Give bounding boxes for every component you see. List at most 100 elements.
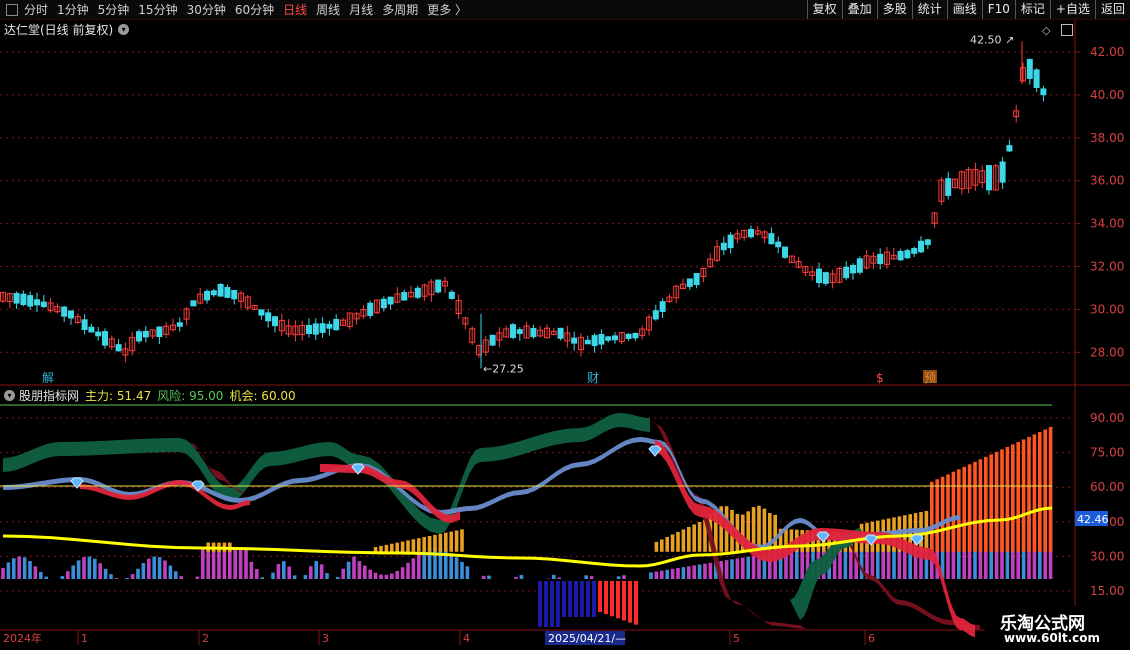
indicator-bar xyxy=(206,549,210,579)
orange-bar xyxy=(406,540,410,552)
indicator-bar xyxy=(287,566,291,579)
candle-body xyxy=(999,161,1006,183)
month-label: 5 xyxy=(733,632,740,645)
orange-bar xyxy=(676,531,680,552)
candle-body xyxy=(768,233,775,245)
indicator-bar xyxy=(417,553,421,579)
indicator-bar xyxy=(12,558,16,579)
orange-bar xyxy=(665,536,669,552)
indicator-bar xyxy=(368,569,372,579)
candle-body xyxy=(727,234,734,249)
indicator-bar xyxy=(314,561,318,579)
price-tick-label: 28.00 xyxy=(1090,345,1124,359)
indicator-bar xyxy=(741,557,745,579)
candle-body xyxy=(782,246,788,258)
candle-body xyxy=(625,333,632,339)
signal-bar xyxy=(628,581,632,623)
signal-bar xyxy=(586,581,590,617)
candle-body xyxy=(88,326,95,333)
orange-bar xyxy=(433,534,437,552)
orange-bar xyxy=(670,534,675,552)
indicator-bar xyxy=(724,560,729,579)
red-band xyxy=(320,464,460,523)
candle-body xyxy=(843,266,850,279)
indicator-bar xyxy=(352,556,356,579)
indicator-tick-label: 60.00 xyxy=(1090,480,1124,494)
signal-bar xyxy=(556,581,560,627)
candle-body xyxy=(816,268,822,284)
candle-body xyxy=(856,258,863,273)
indicator-bar xyxy=(228,549,232,579)
indicator-tick-label: 30.00 xyxy=(1090,549,1124,563)
indicator-bar xyxy=(249,561,254,579)
indicator-bar xyxy=(373,572,378,579)
indicator-bar xyxy=(670,568,675,579)
candle-body xyxy=(272,316,278,327)
signal-bar xyxy=(562,581,566,617)
indicator-bar xyxy=(460,561,464,579)
candle-body xyxy=(380,298,387,309)
indicator-bar xyxy=(325,573,329,579)
indicator-bar xyxy=(703,563,707,579)
indicator-bar xyxy=(751,555,756,579)
indicator-bar xyxy=(260,577,264,579)
indicator-bar xyxy=(157,557,162,579)
candle-body xyxy=(20,293,27,306)
indicator-bar xyxy=(22,557,27,579)
candle-body xyxy=(693,273,700,286)
candle-body xyxy=(68,310,74,319)
candle-body xyxy=(231,289,238,300)
signal-bar xyxy=(538,581,542,627)
candle-body xyxy=(924,239,931,246)
candle-body xyxy=(1033,69,1040,88)
indicator-bar xyxy=(346,561,351,579)
orange-bar xyxy=(681,529,686,552)
candle-body xyxy=(435,279,442,293)
price-tick-label: 42.00 xyxy=(1090,45,1124,59)
indicator-bar xyxy=(33,566,38,579)
candle-body xyxy=(204,290,210,301)
indicator-bar xyxy=(487,575,491,579)
candle-body xyxy=(217,283,224,297)
indicator-bar xyxy=(1,567,5,579)
indicator-bar xyxy=(17,556,21,579)
indicator-bar xyxy=(584,575,588,579)
signal-bar xyxy=(580,581,584,617)
candle-body xyxy=(265,312,272,322)
indicator-bar xyxy=(130,574,135,579)
indicator-bar xyxy=(152,556,156,579)
candle-body xyxy=(81,319,88,330)
candle-body xyxy=(986,165,992,191)
signal-bar xyxy=(550,581,554,627)
indicator-bar xyxy=(379,574,383,579)
indicator-bar xyxy=(795,548,799,579)
orange-bar xyxy=(935,479,939,552)
candle-body xyxy=(312,323,319,335)
candle-body xyxy=(448,291,455,299)
indicator-bar xyxy=(589,576,594,579)
candle-body xyxy=(945,178,952,196)
indicator-bar xyxy=(465,566,470,579)
indicator-bar xyxy=(93,558,97,579)
indicator-bar xyxy=(233,549,237,579)
indicator-bar xyxy=(708,562,713,579)
candle-body xyxy=(489,334,496,346)
indicator-bar xyxy=(136,568,140,579)
indicator-bar xyxy=(109,574,113,579)
candle-body xyxy=(557,327,564,339)
candle-body xyxy=(1026,58,1033,79)
signal-bar xyxy=(634,581,638,625)
orange-bar xyxy=(1027,436,1031,552)
kline-chart[interactable]: 42.00 40.00 38.00 36.00 34.00 32.00 30.00 28.00… xyxy=(0,0,1130,650)
indicator-bar xyxy=(309,566,313,579)
indicator-bar xyxy=(552,574,556,579)
candle-body xyxy=(40,301,47,308)
indicator-bar xyxy=(449,553,453,579)
candle-body xyxy=(530,327,537,338)
indicator-bar xyxy=(363,565,367,579)
signal-bar xyxy=(574,581,578,617)
candle-body xyxy=(748,228,754,238)
orange-bar xyxy=(411,539,416,552)
indicator-bar xyxy=(87,556,92,579)
candle-body xyxy=(686,278,693,287)
